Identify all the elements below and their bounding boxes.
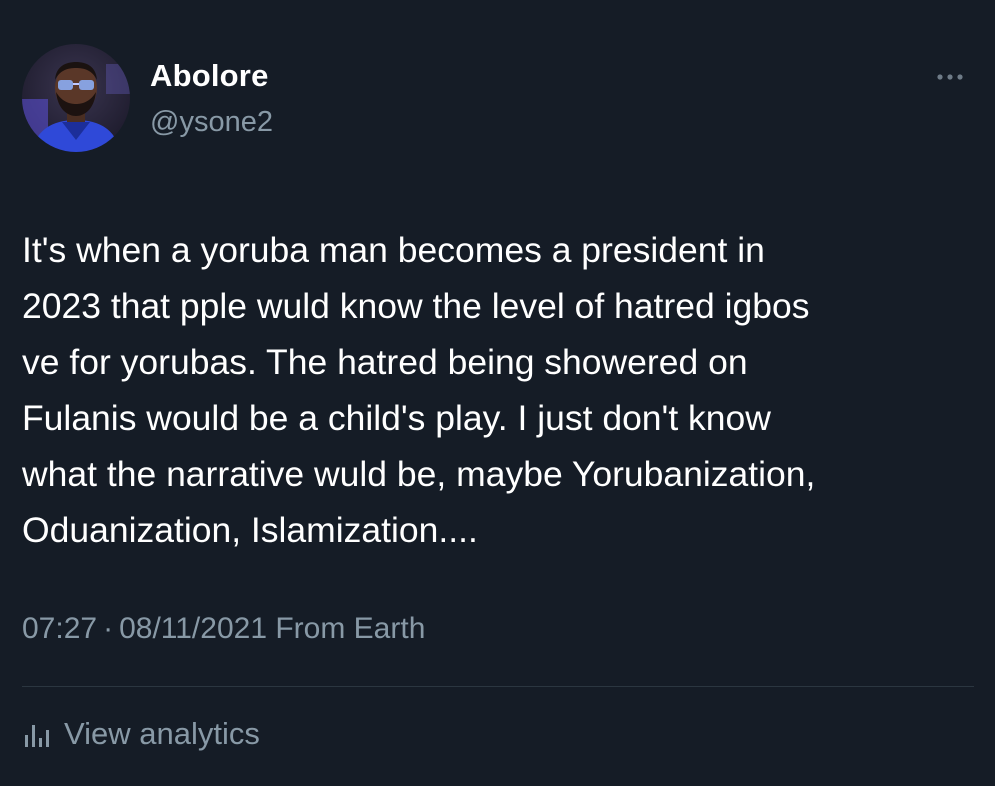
author-avatar[interactable] — [22, 44, 130, 152]
analytics-bar-icon — [22, 719, 52, 749]
tweet-text: It's when a yoruba man becomes a preside… — [22, 230, 816, 550]
tweet-source: From Earth — [275, 612, 426, 645]
tweet-date[interactable]: 08/11/2021 — [119, 612, 267, 645]
meta-separator: · — [103, 612, 114, 645]
view-analytics-label: View analytics — [64, 716, 260, 751]
view-analytics-button[interactable]: View analytics — [22, 712, 260, 756]
more-horizontal-icon[interactable] — [928, 64, 972, 90]
divider — [22, 686, 974, 687]
author-handle[interactable]: @ysone2 — [150, 106, 273, 139]
avatar-image — [22, 44, 130, 152]
tweet-card: Abolore @ysone2 It's when a yoruba man b… — [0, 0, 995, 786]
tweet-time[interactable]: 07:27 — [22, 612, 97, 645]
author-display-name[interactable]: Abolore — [150, 58, 269, 94]
tweet-meta: 07:27 · 08/11/2021 From Earth — [22, 612, 425, 646]
